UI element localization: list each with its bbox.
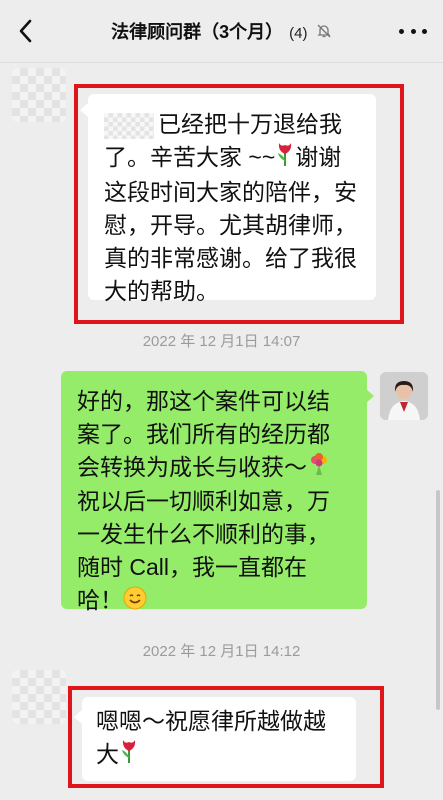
scrollbar[interactable]: [436, 490, 440, 710]
sender-avatar[interactable]: [12, 670, 66, 724]
smile-icon: [123, 586, 147, 619]
chat-title: 法律顾问群（3个月）: [111, 22, 284, 42]
chat-header: 法律顾问群（3个月） (4): [0, 0, 443, 63]
bouquet-icon: [307, 452, 331, 485]
message-bubble-1[interactable]: 已经把十万退给我了。辛苦大家 ~~ 谢谢这段时间大家的陪伴，安慰，开导。尤其胡律…: [88, 94, 376, 304]
tulip-icon: [119, 738, 139, 773]
message-bubble-3[interactable]: 嗯嗯～祝愿律所越做越大: [82, 697, 356, 781]
tulip-icon: [275, 141, 295, 176]
bell-off-icon: [316, 23, 332, 44]
more-dots-icon: [399, 28, 404, 34]
sender-avatar[interactable]: [12, 68, 66, 122]
member-count: (4): [289, 25, 308, 42]
lawyer-avatar[interactable]: [380, 372, 428, 420]
message-bubble-2[interactable]: 好的，那这个案件可以结案了。我们所有的经历都会转换为成长与收获～ 祝以后一切顺利…: [61, 371, 367, 613]
timestamp-2: 2022 年 12 月1日 14:12: [142, 643, 301, 660]
more-button[interactable]: [399, 20, 427, 42]
timestamp-1: 2022 年 12 月1日 14:07: [142, 333, 301, 350]
blurred-sender-name: [104, 112, 154, 139]
chat-title-area: 法律顾问群（3个月） (4): [0, 18, 443, 44]
